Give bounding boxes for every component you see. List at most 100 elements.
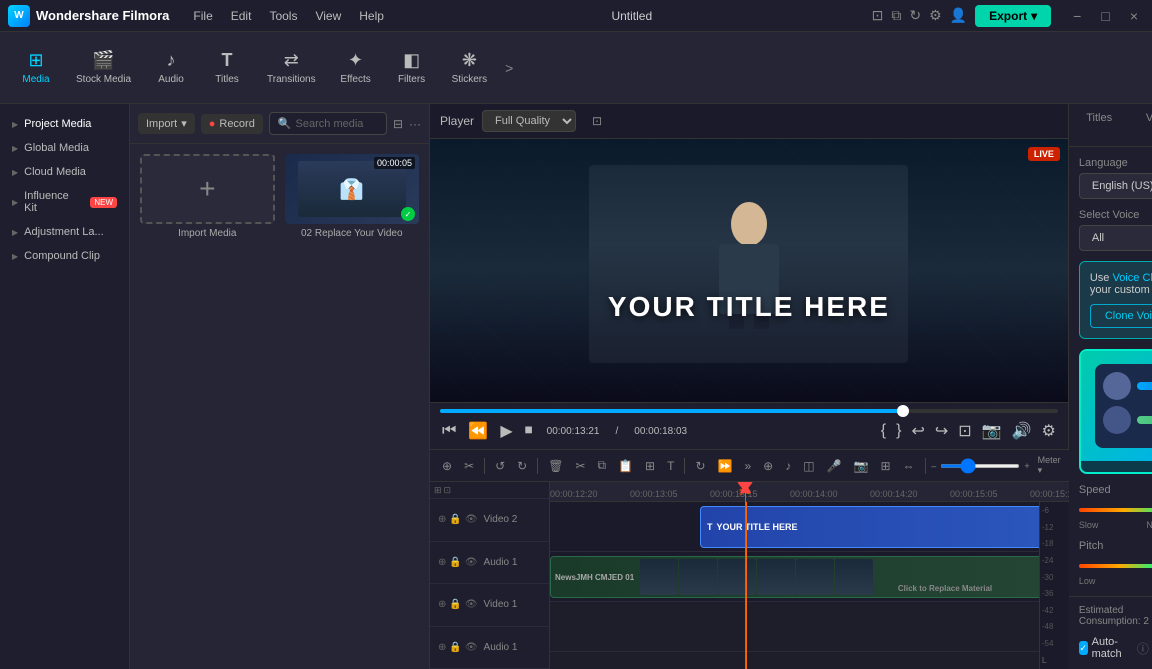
- aspect-ratio-icon[interactable]: ⊡: [592, 114, 602, 128]
- split-view-btn[interactable]: ◫: [799, 457, 818, 475]
- step-back-button[interactable]: ⏪: [466, 419, 490, 443]
- topbar-icon-2[interactable]: ⧉: [891, 7, 901, 24]
- tool-media[interactable]: ⊞ Media: [10, 44, 62, 91]
- timeline-more-tools[interactable]: »: [740, 457, 755, 475]
- menu-view[interactable]: View: [307, 7, 349, 25]
- import-button[interactable]: Import ▾: [138, 113, 195, 134]
- mark-out-button[interactable]: }: [894, 420, 903, 442]
- insert-button[interactable]: ↩: [909, 419, 926, 443]
- tab-video[interactable]: Video: [1130, 104, 1152, 146]
- snapshot-button[interactable]: 📷: [980, 419, 1004, 443]
- menu-help[interactable]: Help: [351, 7, 392, 25]
- auto-match-checkbox[interactable]: ✓: [1079, 641, 1088, 655]
- maximize-button[interactable]: □: [1095, 6, 1115, 26]
- track-add-icon2[interactable]: ⊕: [438, 557, 446, 568]
- sidebar-item-compound-clip[interactable]: ▶ Compound Clip: [0, 244, 129, 268]
- tracks-icon[interactable]: ⊞: [434, 485, 442, 496]
- menu-edit[interactable]: Edit: [223, 7, 260, 25]
- filter-icon[interactable]: ⊟: [393, 117, 403, 131]
- sidebar-item-influence-kit[interactable]: ▶ Influence Kit NEW: [0, 184, 129, 220]
- overwrite-button[interactable]: ↪: [933, 419, 950, 443]
- timeline-delete[interactable]: 🗑: [544, 457, 567, 475]
- tool-filters[interactable]: ◧ Filters: [386, 44, 438, 91]
- track-add-icon4[interactable]: ⊕: [438, 642, 446, 653]
- camera-btn[interactable]: 📷: [850, 457, 873, 475]
- tool-transitions[interactable]: ⇄ Transitions: [257, 44, 326, 91]
- audio-btn[interactable]: ♪: [781, 457, 795, 475]
- topbar-icon-1[interactable]: ⊡: [872, 7, 884, 24]
- timeline-crop[interactable]: ⊞: [641, 457, 659, 475]
- import-thumb[interactable]: +: [140, 154, 275, 224]
- track-lock-icon4[interactable]: 🔒: [449, 642, 461, 653]
- timeline-undo[interactable]: ↺: [491, 457, 509, 475]
- sidebar-item-cloud-media[interactable]: ▶ Cloud Media: [0, 160, 129, 184]
- sidebar-item-project-media[interactable]: ▶ Project Media: [0, 112, 129, 136]
- track-eye-icon[interactable]: 👁: [465, 514, 478, 525]
- timeline-paste[interactable]: 📋: [614, 457, 637, 475]
- menu-file[interactable]: File: [185, 7, 220, 25]
- language-select[interactable]: English (US): [1079, 173, 1152, 199]
- timeline-copy[interactable]: ⧉: [594, 456, 611, 475]
- timeline-redo[interactable]: ↻: [513, 457, 531, 475]
- clone-voice-button[interactable]: Clone Voice: [1090, 304, 1152, 328]
- volume-button[interactable]: 🔊: [1010, 419, 1034, 443]
- track-lock-icon3[interactable]: 🔒: [449, 599, 461, 610]
- settings-btn[interactable]: ⊞: [876, 457, 894, 475]
- title-clip[interactable]: T YOUR TITLE HERE: [700, 506, 1069, 548]
- track-lock-icon[interactable]: 🔒: [449, 514, 461, 525]
- voice-btn[interactable]: 🎤: [823, 457, 846, 475]
- timeline-speed[interactable]: ⏩: [714, 457, 737, 475]
- export-button[interactable]: Export ▾: [975, 5, 1051, 27]
- tool-effects[interactable]: ✦ Effects: [330, 44, 382, 91]
- more-icon[interactable]: ···: [409, 117, 421, 131]
- timeline-text[interactable]: T: [663, 457, 678, 475]
- topbar-icon-4[interactable]: ⚙: [929, 7, 942, 24]
- timeline-thumb[interactable]: [897, 405, 909, 417]
- timeline-cut[interactable]: ✂: [571, 457, 589, 475]
- track-add-icon[interactable]: ⊕: [438, 514, 446, 525]
- track-eye-icon3[interactable]: 👁: [465, 599, 478, 610]
- track-lock-icon2[interactable]: 🔒: [449, 557, 461, 568]
- topbar-icon-3[interactable]: ↻: [909, 7, 921, 24]
- record-button[interactable]: ● Record: [201, 114, 263, 134]
- timeline-rotate[interactable]: ↻: [691, 457, 709, 475]
- tool-titles[interactable]: T Titles: [201, 44, 253, 91]
- sidebar-item-adjustment[interactable]: ▶ Adjustment La...: [0, 220, 129, 244]
- split-btn2[interactable]: ⇔: [899, 457, 919, 475]
- minimize-button[interactable]: −: [1067, 6, 1087, 26]
- import-media-item[interactable]: + Import Media: [140, 154, 275, 659]
- pitch-track[interactable]: [1079, 564, 1152, 568]
- skip-back-button[interactable]: ⏮: [440, 420, 458, 442]
- video-media-item[interactable]: 👔 00:00:05 ✓ 02 Replace Your Video: [285, 154, 420, 659]
- track-eye-icon2[interactable]: 👁: [465, 557, 478, 568]
- voice-clone-link[interactable]: Voice Clone: [1112, 272, 1152, 284]
- magnet-icon[interactable]: ⊡: [444, 485, 452, 496]
- speed-track[interactable]: [1079, 508, 1152, 512]
- tool-stock-media[interactable]: 🎬 Stock Media: [66, 44, 141, 91]
- play-button[interactable]: ▶: [498, 419, 514, 443]
- menu-tools[interactable]: Tools: [261, 7, 305, 25]
- quality-select[interactable]: Full Quality: [482, 110, 576, 132]
- toolbar-more[interactable]: >: [501, 56, 517, 80]
- settings-button[interactable]: ⚙: [1040, 419, 1058, 443]
- track-eye-icon4[interactable]: 👁: [465, 642, 478, 653]
- fullscreen-button[interactable]: ⊡: [956, 419, 973, 443]
- tool-audio[interactable]: ♪ Audio: [145, 44, 197, 91]
- tab-titles[interactable]: Titles: [1069, 104, 1130, 146]
- timeline-add-track[interactable]: ⊕: [438, 457, 456, 475]
- zoom-slider[interactable]: [940, 464, 1020, 468]
- tool-stickers[interactable]: ❋ Stickers: [442, 44, 498, 91]
- close-button[interactable]: ×: [1124, 6, 1144, 26]
- topbar-icon-5[interactable]: 👤: [950, 7, 967, 24]
- audio-clip[interactable]: NewsJMH CMJED 01: [550, 556, 1069, 598]
- playhead[interactable]: [745, 482, 746, 669]
- mark-in-button[interactable]: {: [879, 420, 888, 442]
- stop-button[interactable]: ⏹: [523, 420, 535, 442]
- player-timeline[interactable]: [440, 409, 1058, 413]
- snap-button[interactable]: ⊕: [759, 457, 777, 475]
- timeline-split[interactable]: ✂: [460, 457, 478, 475]
- voice-select[interactable]: All: [1079, 225, 1152, 251]
- sidebar-item-global-media[interactable]: ▶ Global Media: [0, 136, 129, 160]
- auto-match-info-icon[interactable]: ⓘ: [1137, 640, 1149, 657]
- auto-match-toggle[interactable]: ✓ Auto-match: [1079, 636, 1127, 660]
